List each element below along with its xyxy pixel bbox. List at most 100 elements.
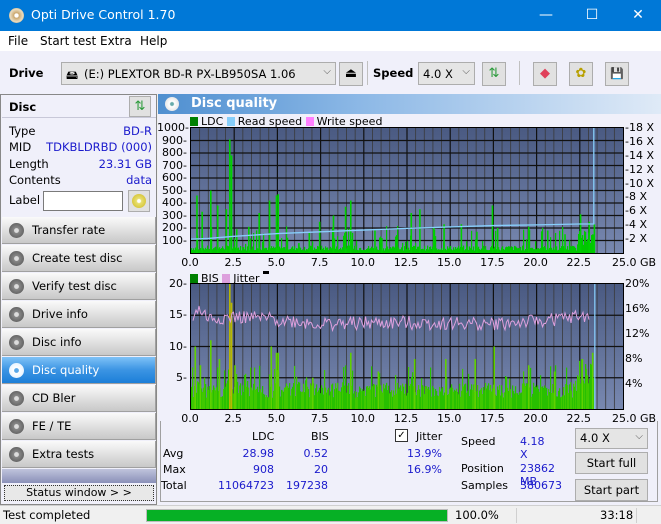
- nav-create-test-disc[interactable]: Create test disc: [2, 245, 156, 272]
- disc-header-title: Disc: [9, 100, 37, 114]
- start-full-button[interactable]: Start full: [575, 452, 648, 474]
- y-tick-label: 500-: [162, 183, 187, 197]
- maximize-button[interactable]: ☐: [569, 0, 615, 31]
- ldc-peak-bar: [216, 205, 219, 253]
- speed-stat-label: Speed: [461, 435, 496, 448]
- samples-label: Samples: [461, 479, 508, 492]
- disc-label-input[interactable]: [43, 191, 123, 211]
- toolbar: Drive 🖴 (E:) PLEXTOR BD-R PX-LB950SA 1.0…: [0, 51, 661, 94]
- panel-title: Disc quality: [191, 96, 278, 111]
- y2-tick-label: 20%: [625, 277, 650, 290]
- bis-peak-bar: [581, 359, 584, 409]
- y2-tick-label: -16 X: [625, 134, 654, 148]
- test-speed-select[interactable]: 4.0 X ⌵: [575, 428, 648, 449]
- ldc-bar: [253, 233, 255, 253]
- menu-start-test[interactable]: Start test: [40, 34, 96, 48]
- panel-header: Disc quality: [158, 94, 661, 114]
- save-button[interactable]: 💾: [605, 62, 629, 86]
- bis-peak-bar: [234, 365, 236, 409]
- refresh-button[interactable]: ⇅: [482, 62, 506, 86]
- legend-swatch: [190, 274, 198, 283]
- nav-transfer-rate[interactable]: Transfer rate: [2, 217, 156, 244]
- y-tick-label: 700-: [162, 158, 187, 172]
- y-tick-label: 10-: [169, 339, 187, 353]
- ldc-peak-bar: [308, 233, 311, 253]
- eject-button[interactable]: ⏏: [339, 62, 363, 86]
- close-button[interactable]: ✕: [615, 0, 661, 31]
- x-tick-label: 22.5: [566, 412, 592, 425]
- disc-length-value: 23.31 GB: [98, 157, 152, 171]
- menu-extra[interactable]: Extra: [100, 34, 132, 48]
- minimize-button[interactable]: —: [523, 0, 569, 31]
- y-tick-label: 300-: [162, 208, 187, 222]
- chevron-down-icon: ⌵: [462, 66, 470, 77]
- x-tick-label: 12.5: [393, 412, 419, 425]
- ldc-peak-bar: [344, 206, 347, 253]
- disc-label-button[interactable]: [128, 190, 150, 212]
- y2-tick-label: 4%: [625, 377, 643, 390]
- nav-label: Extra tests: [32, 447, 95, 461]
- status-window-button[interactable]: Status window > >: [4, 485, 154, 501]
- nav-cd-bler[interactable]: CD Bler: [2, 385, 156, 412]
- y-tick-label: 20-: [169, 277, 187, 290]
- y-tick-label: 15-: [169, 308, 187, 322]
- start-part-button[interactable]: Start part: [575, 479, 648, 501]
- menu-help[interactable]: Help: [140, 34, 167, 48]
- ldc-peak-bar: [527, 226, 530, 253]
- erase-button[interactable]: ◆: [533, 62, 557, 86]
- disc-info-icon: [9, 335, 24, 350]
- disc-header: Disc ⇅: [2, 96, 156, 118]
- ldc-peak-bar: [564, 234, 566, 253]
- speed-label: Speed: [373, 66, 414, 80]
- bis-peak-bar: [591, 352, 594, 409]
- title-bar: Opti Drive Control 1.70 — ☐ ✕: [0, 0, 661, 31]
- ldc-peak-bar: [268, 200, 271, 253]
- avg-label: Avg: [163, 447, 184, 460]
- nav-label: Transfer rate: [32, 223, 106, 237]
- drive-select[interactable]: 🖴 (E:) PLEXTOR BD-R PX-LB950SA 1.06 ⌵: [61, 62, 336, 85]
- speed-value: 4.0 X: [423, 67, 453, 81]
- bis-peak-bar: [311, 377, 314, 409]
- bis-peak-bar: [199, 365, 202, 409]
- x-tick-label: 15.0: [436, 256, 462, 269]
- nav-extra-tests[interactable]: Extra tests: [2, 441, 156, 468]
- ldc-peak-bar: [196, 195, 198, 253]
- disc-refresh-button[interactable]: ⇅: [129, 96, 151, 117]
- menu-file[interactable]: File: [8, 34, 28, 48]
- label-key-text: Label: [9, 193, 41, 207]
- y2-tick-label: 12%: [625, 327, 650, 340]
- x-tick-label: 10.0: [350, 412, 376, 425]
- drive-info-icon: [9, 307, 24, 322]
- disc-type-row: Type BD-R: [9, 124, 152, 140]
- disc-quality-panel: Disc quality LDC Read speed Write speed …: [157, 94, 661, 505]
- x-tick-label: 2.5: [224, 412, 242, 425]
- y2-tick-label: -2 X: [625, 232, 647, 246]
- disc-quality-icon: [165, 97, 179, 111]
- ldc-peak-bar: [201, 211, 203, 253]
- ldc-peak-bar: [491, 205, 494, 253]
- bis-peak-bar: [349, 352, 352, 409]
- fe-te-icon: [9, 419, 24, 434]
- nav-disc-quality[interactable]: Disc quality: [2, 357, 156, 384]
- speed-select[interactable]: 4.0 X ⌵: [418, 62, 475, 85]
- ldc-peak-bar: [432, 228, 435, 253]
- jitter-checkbox[interactable]: ✓: [395, 429, 408, 442]
- x-tick-label: 7.5: [310, 412, 329, 425]
- nav-verify-test-disc[interactable]: Verify test disc: [2, 273, 156, 300]
- col-ldc-header: LDC: [252, 430, 275, 443]
- disc-type-key: Type: [9, 124, 36, 138]
- nav-drive-info[interactable]: Drive info: [2, 301, 156, 328]
- y-tick-label: 5-: [176, 370, 187, 384]
- ldc-peak-bar: [443, 224, 445, 253]
- total-label: Total: [161, 479, 187, 492]
- disc-type-value: BD-R: [123, 124, 152, 138]
- burn-settings-button[interactable]: ✿: [569, 62, 593, 86]
- col-bis-header: BIS: [311, 430, 329, 443]
- cd-bler-icon: [9, 391, 24, 406]
- bis-peak-bar: [553, 371, 556, 409]
- y2-tick-label: -12 X: [625, 162, 654, 176]
- bis-peak-bar: [277, 352, 279, 409]
- nav-disc-info[interactable]: Disc info: [2, 329, 156, 356]
- status-text: Test completed: [3, 508, 91, 522]
- nav-fe-te[interactable]: FE / TE: [2, 413, 156, 440]
